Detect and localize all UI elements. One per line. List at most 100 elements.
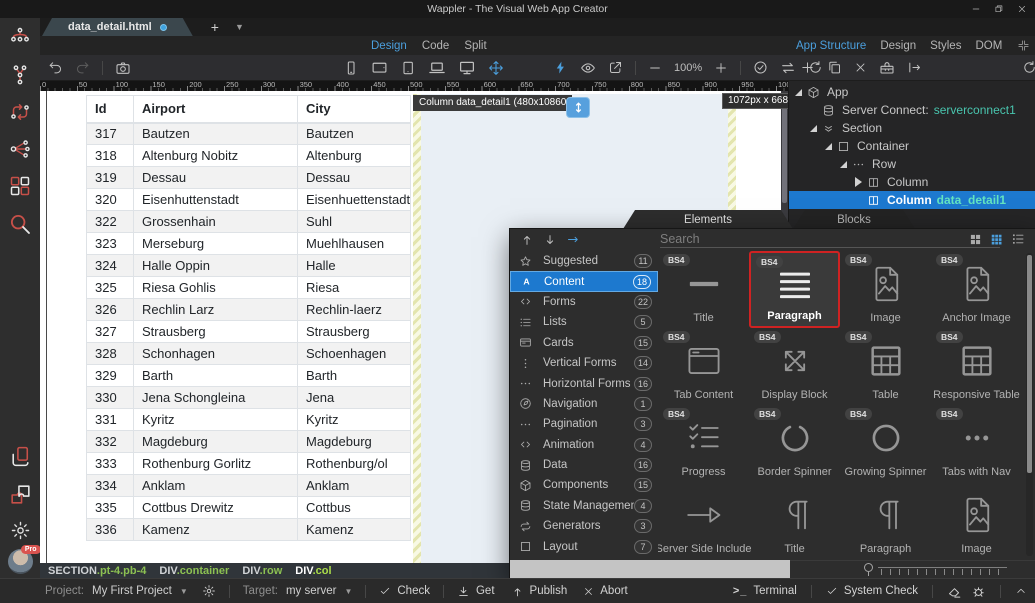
table-cell[interactable]: Kamenz: [296, 518, 412, 541]
table-cell[interactable]: Strausberg: [296, 320, 412, 343]
zoom-out-icon[interactable]: [648, 61, 662, 75]
element-item-image[interactable]: BS4 Image: [840, 251, 931, 328]
element-item-title[interactable]: Title: [749, 482, 840, 559]
tab-elements[interactable]: Elements: [623, 210, 793, 229]
breadcrumb-div-container[interactable]: DIV.container: [159, 565, 229, 577]
table-cell[interactable]: Riesa Gohlis: [133, 276, 298, 299]
element-item-responsive-table[interactable]: BS4 Responsive Table: [931, 328, 1022, 405]
category-forms[interactable]: Forms 22: [510, 292, 658, 312]
tree-node-column[interactable]: Column: [789, 173, 1035, 191]
element-item-title[interactable]: BS4 Title: [658, 251, 749, 328]
table-cell[interactable]: 334: [86, 474, 134, 497]
table-cell[interactable]: Schonhagen: [133, 342, 298, 365]
elements-scrollbar[interactable]: [1026, 253, 1033, 556]
table-cell[interactable]: Strausberg: [133, 320, 298, 343]
table-row[interactable]: 319 Dessau Dessau: [86, 166, 412, 189]
table-row[interactable]: 333 Rothenburg Gorlitz Rothenburg/ol: [86, 452, 412, 475]
table-cell[interactable]: Merseburg: [133, 232, 298, 255]
tab-design[interactable]: Design: [371, 40, 407, 52]
delete-element-icon[interactable]: [854, 61, 867, 74]
table-header[interactable]: Airport: [133, 95, 298, 124]
app-updates-icon[interactable]: [8, 444, 33, 474]
user-avatar[interactable]: Pro: [7, 545, 41, 574]
tab-code[interactable]: Code: [422, 40, 450, 52]
table-cell[interactable]: 323: [86, 232, 134, 255]
table-cell[interactable]: 322: [86, 210, 134, 233]
table-cell[interactable]: 333: [86, 452, 134, 475]
table-header[interactable]: City: [296, 95, 412, 124]
category-layout[interactable]: Layout 7: [510, 536, 658, 556]
scrollbar-thumb[interactable]: [782, 95, 787, 203]
toolbox-icon[interactable]: [879, 60, 895, 76]
table-cell[interactable]: Rothenburg Gorlitz: [133, 452, 298, 475]
table-cell[interactable]: 320: [86, 188, 134, 211]
category-state-management[interactable]: State Management 4: [510, 496, 658, 516]
scrollbar-thumb[interactable]: [1027, 255, 1032, 474]
data-table[interactable]: Id Airport City 317 Bautzen Bautzen 318 Altenbu…: [86, 95, 412, 541]
file-tab[interactable]: data_detail.html: [42, 18, 193, 36]
responsive-resize-icon[interactable]: [488, 60, 504, 76]
table-row[interactable]: 322 Grossenhain Suhl: [86, 210, 412, 233]
sync-view-icon[interactable]: [780, 60, 796, 76]
tab-panel-design[interactable]: Design: [880, 40, 916, 52]
table-row[interactable]: 335 Cottbus Drewitz Cottbus: [86, 496, 412, 519]
table-cell[interactable]: Eisenhuttenstadt: [133, 188, 298, 211]
table-cell[interactable]: Bautzen: [296, 122, 412, 145]
share-nodes-icon[interactable]: [8, 137, 32, 166]
table-cell[interactable]: Kyritz: [133, 408, 298, 431]
insert-after-icon[interactable]: [543, 233, 557, 247]
publish-button[interactable]: Publish: [511, 585, 567, 598]
element-item-table[interactable]: BS4 Table: [840, 328, 931, 405]
breadcrumb-div-row[interactable]: DIV.row: [242, 565, 282, 577]
tab-split[interactable]: Split: [464, 40, 486, 52]
table-cell[interactable]: Suhl: [296, 210, 412, 233]
debug-icon[interactable]: [971, 584, 986, 599]
table-cell[interactable]: Bautzen: [133, 122, 298, 145]
insert-inside-icon[interactable]: [566, 232, 581, 247]
table-row[interactable]: 328 Schonhagen Schoenhagen: [86, 342, 412, 365]
preview-icon[interactable]: [580, 60, 596, 76]
get-button[interactable]: Get: [457, 585, 495, 598]
table-cell[interactable]: Cottbus: [296, 496, 412, 519]
system-check-button[interactable]: System Check: [826, 585, 918, 597]
project-caret-icon[interactable]: ▼: [180, 587, 188, 596]
table-cell[interactable]: Rechlin Larz: [133, 298, 298, 321]
element-item-anchor-image[interactable]: BS4 Anchor Image: [931, 251, 1022, 328]
table-row[interactable]: 330 Jena Schongleina Jena: [86, 386, 412, 409]
breadcrumb-section-pt-4-pb-4[interactable]: SECTION.pt-4.pb-4: [48, 565, 146, 577]
category-generators[interactable]: Generators 3: [510, 516, 658, 536]
expand-arrow-icon[interactable]: [840, 160, 852, 168]
small-grid-view-icon[interactable]: [990, 233, 1003, 246]
abort-button[interactable]: Abort: [583, 585, 628, 597]
table-cell[interactable]: Kyritz: [296, 408, 412, 431]
table-cell[interactable]: 325: [86, 276, 134, 299]
element-item-tab-content[interactable]: BS4 Tab Content: [658, 328, 749, 405]
project-settings-icon[interactable]: [202, 584, 216, 598]
table-row[interactable]: 323 Merseburg Muehlhausen: [86, 232, 412, 255]
tab-styles[interactable]: Styles: [930, 40, 961, 52]
table-cell[interactable]: 319: [86, 166, 134, 189]
table-cell[interactable]: Rechlin-laerz: [296, 298, 412, 321]
tree-node-container[interactable]: Container: [789, 137, 1035, 155]
table-cell[interactable]: Jena Schongleina: [133, 386, 298, 409]
new-tab-button[interactable]: +: [211, 18, 219, 36]
device-tablet-landscape-icon[interactable]: [371, 59, 388, 76]
popup-horizontal-scrollbar[interactable]: [510, 560, 790, 578]
open-in-browser-icon[interactable]: [608, 60, 623, 75]
workflow-icon[interactable]: [8, 100, 32, 129]
table-cell[interactable]: Barth: [133, 364, 298, 387]
element-item-server-side-include[interactable]: Server Side Include: [658, 482, 752, 559]
table-cell[interactable]: 326: [86, 298, 134, 321]
table-row[interactable]: 317 Bautzen Bautzen: [86, 122, 412, 145]
tree-node-column[interactable]: Column data_detail1: [789, 191, 1035, 209]
table-row[interactable]: 325 Riesa Gohlis Riesa: [86, 276, 412, 299]
table-cell[interactable]: Grossenhain: [133, 210, 298, 233]
table-row[interactable]: 334 Anklam Anklam: [86, 474, 412, 497]
expand-arrow-icon[interactable]: [810, 124, 822, 132]
table-cell[interactable]: Magdeburg: [296, 430, 412, 453]
tab-blocks[interactable]: Blocks: [793, 210, 915, 229]
minimize-icon[interactable]: [971, 4, 981, 14]
branch-nodes-icon[interactable]: [8, 63, 32, 92]
refresh-structure-icon[interactable]: [1022, 60, 1035, 75]
category-animation[interactable]: Animation 4: [510, 435, 658, 455]
